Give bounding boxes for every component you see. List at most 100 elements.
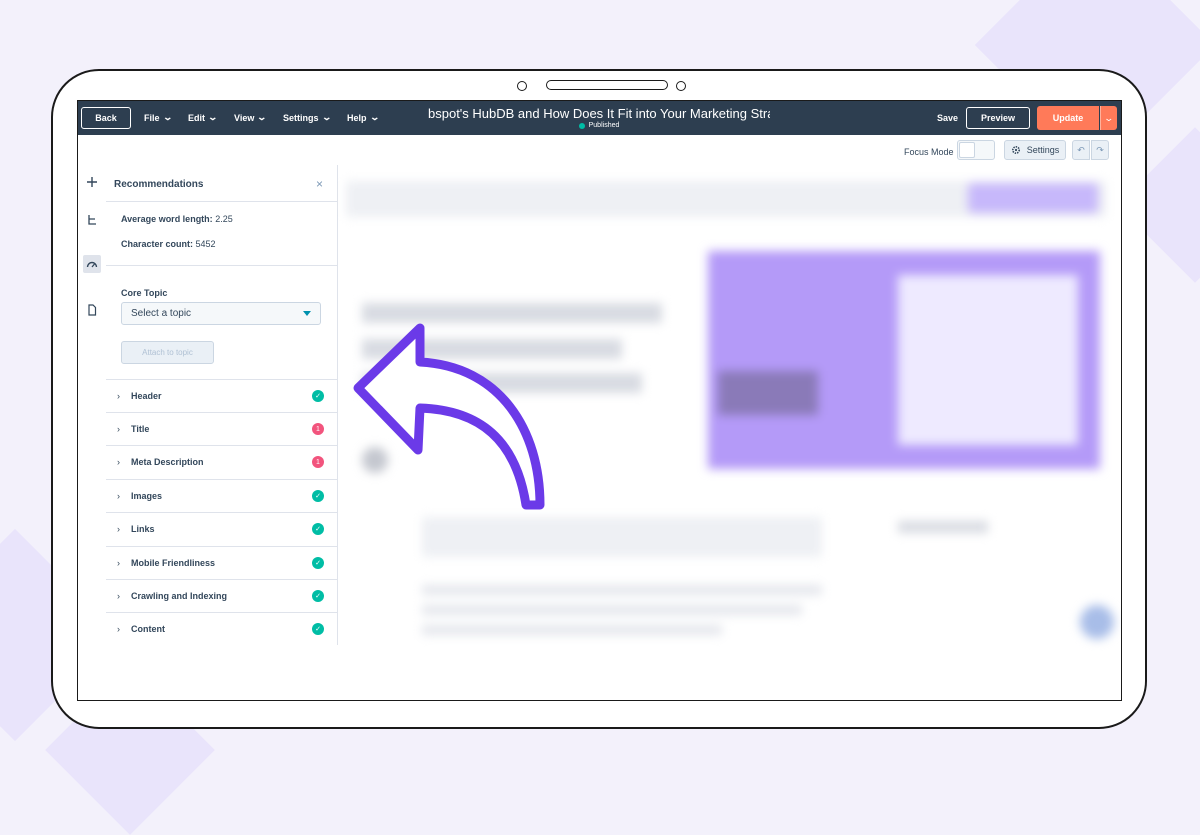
update-button[interactable]: Update	[1037, 106, 1099, 130]
preview-chat-bubble	[1080, 605, 1114, 639]
character-count: Character count: 5452	[121, 239, 216, 249]
preview-text-line	[422, 625, 722, 635]
select-placeholder: Select a topic	[131, 308, 192, 319]
check-icon: ✓	[312, 390, 324, 402]
publish-status: Published	[428, 122, 770, 129]
rec-item-label: Header	[131, 391, 162, 401]
menu-help[interactable]: Help ⌄	[347, 112, 380, 123]
topic-select[interactable]: Select a topic	[121, 302, 321, 325]
document-title: bspot's HubDB and How Does It Fit into Y…	[428, 106, 770, 121]
back-button[interactable]: Back	[81, 107, 131, 129]
rec-item-label: Crawling and Indexing	[131, 591, 228, 601]
core-topic-label: Core Topic	[121, 288, 168, 298]
preview-hero-shape	[898, 275, 1078, 445]
error-count-badge: 1	[312, 423, 324, 435]
settings-label: Settings	[1026, 145, 1060, 155]
menu-label: View	[234, 112, 255, 123]
chevron-down-icon: ⌄	[162, 112, 173, 122]
rec-item-links[interactable]: › Links ✓	[106, 512, 337, 545]
focus-mode-toggle[interactable]	[957, 140, 995, 160]
rec-item-title[interactable]: › Title 1	[106, 412, 337, 445]
chevron-right-icon: ›	[117, 457, 120, 467]
preview-hero-label	[718, 371, 818, 415]
check-icon: ✓	[312, 623, 324, 635]
chevron-down-icon: ⌄	[256, 112, 268, 122]
chevron-down-icon: ⌄	[321, 112, 332, 122]
status-dot-icon	[578, 122, 585, 129]
menu-label: Settings	[283, 112, 319, 123]
chevron-right-icon: ›	[117, 391, 120, 401]
undo-button[interactable]: ↶	[1072, 140, 1090, 160]
camera-dot	[676, 81, 686, 91]
preview-text-line	[422, 605, 802, 615]
panel-title: Recommendations	[114, 179, 204, 190]
menu-view[interactable]: View ⌄	[234, 112, 268, 123]
stat-label: Average word length:	[121, 214, 213, 224]
check-icon: ✓	[312, 557, 324, 569]
update-options-button[interactable]: ⌄	[1100, 106, 1117, 130]
preview-text-line	[422, 585, 822, 595]
save-button[interactable]: Save	[937, 113, 958, 123]
stat-value: 5452	[195, 239, 216, 249]
rec-item-images[interactable]: › Images ✓	[106, 479, 337, 512]
page-icon[interactable]	[83, 301, 101, 319]
chevron-right-icon: ›	[117, 624, 120, 634]
chevron-right-icon: ›	[117, 524, 120, 534]
preview-sidebar-heading	[898, 521, 988, 533]
status-text: Published	[588, 122, 620, 129]
left-rail	[78, 165, 107, 645]
chevron-right-icon: ›	[117, 491, 120, 501]
stat-label: Character count:	[121, 239, 194, 249]
redo-icon: ↷	[1096, 144, 1104, 155]
rec-item-crawling-indexing[interactable]: › Crawling and Indexing ✓	[106, 579, 337, 612]
chevron-right-icon: ›	[117, 558, 120, 568]
rec-item-label: Meta Description	[131, 457, 204, 467]
chevron-down-icon: ⌄	[207, 112, 219, 122]
menu-edit[interactable]: Edit ⌄	[188, 112, 219, 123]
menu-file[interactable]: File ⌄	[144, 112, 173, 123]
rec-item-label: Images	[131, 491, 163, 501]
rec-item-mobile-friendliness[interactable]: › Mobile Friendliness ✓	[106, 546, 337, 579]
check-icon: ✓	[312, 590, 324, 602]
rec-item-label: Mobile Friendliness	[131, 558, 216, 568]
gear-icon	[1011, 145, 1020, 155]
tree-icon[interactable]	[83, 211, 101, 229]
close-icon[interactable]: ×	[316, 177, 323, 191]
back-arrow-icon	[353, 323, 545, 510]
preview-nav-button	[968, 183, 1098, 213]
attach-to-topic-button[interactable]: Attach to topic	[121, 341, 214, 364]
chevron-down-icon: ⌄	[369, 112, 380, 122]
top-bar: Back File ⌄ Edit ⌄ View ⌄ Settings ⌄ Help ⌄ b…	[78, 101, 1121, 135]
menu-label: File	[144, 112, 160, 123]
divider	[106, 265, 337, 266]
camera-dot	[517, 81, 527, 91]
caret-down-icon	[303, 311, 311, 316]
check-icon: ✓	[312, 523, 324, 535]
undo-icon: ↶	[1077, 144, 1085, 155]
rec-item-header[interactable]: › Header ✓	[106, 379, 337, 412]
rec-item-content[interactable]: › Content ✓	[106, 612, 337, 645]
menu-label: Help	[347, 112, 367, 123]
gauge-icon[interactable]	[83, 255, 101, 273]
chevron-right-icon: ›	[117, 424, 120, 434]
rec-item-label: Title	[131, 424, 150, 434]
plus-icon[interactable]	[83, 173, 101, 191]
speaker-slot	[546, 80, 668, 90]
menu-settings[interactable]: Settings ⌄	[283, 112, 332, 123]
avg-word-length: Average word length: 2.25	[121, 214, 233, 224]
error-count-badge: 1	[312, 456, 324, 468]
redo-button[interactable]: ↷	[1091, 140, 1109, 160]
panel-header: Recommendations ×	[106, 165, 337, 202]
settings-button[interactable]: Settings	[1004, 140, 1066, 160]
chevron-right-icon: ›	[117, 591, 120, 601]
recommendations-panel: Recommendations × Average word length: 2…	[106, 165, 338, 645]
rec-item-meta-description[interactable]: › Meta Description 1	[106, 445, 337, 478]
toggle-knob	[959, 142, 975, 158]
chevron-down-icon: ⌄	[1103, 112, 1115, 123]
editor-screen: Back File ⌄ Edit ⌄ View ⌄ Settings ⌄ Help ⌄ b…	[77, 100, 1122, 701]
menu-label: Edit	[188, 112, 205, 123]
rec-item-label: Links	[131, 524, 155, 534]
preview-button[interactable]: Preview	[966, 107, 1030, 129]
check-icon: ✓	[312, 490, 324, 502]
rec-item-label: Content	[131, 624, 165, 634]
